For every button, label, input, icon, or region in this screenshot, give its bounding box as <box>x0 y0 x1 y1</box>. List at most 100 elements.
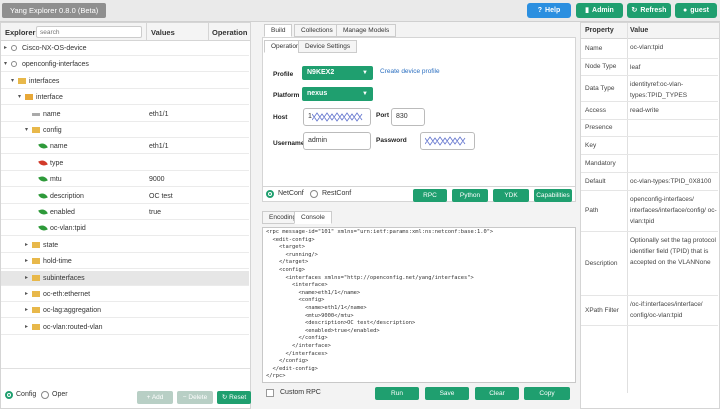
property-row: Mandatory <box>581 155 718 173</box>
app-title: Yang Explorer 0.8.0 (Beta) <box>2 3 107 18</box>
tree-node-interfaces[interactable]: ▾ interfaces <box>1 74 249 89</box>
reset-label: Reset <box>229 394 247 401</box>
clear-button[interactable]: Clear <box>475 387 519 400</box>
operation-column-header: Operation <box>212 28 248 37</box>
tree-node-name[interactable]: name eth1/1 <box>1 139 249 155</box>
user-button[interactable]: ● guest <box>675 3 717 18</box>
tree-node-oc-vlan-routed-vlan[interactable]: ▸ oc-vlan:routed-vlan <box>1 320 249 335</box>
collapse-icon[interactable]: ▾ <box>4 57 7 72</box>
user-label: guest <box>690 7 709 14</box>
property-key: Presence <box>585 124 613 131</box>
tree-node-value[interactable]: OC test <box>149 189 173 204</box>
tree-node-name[interactable]: name eth1/1 <box>1 107 249 122</box>
property-row: Presence <box>581 120 718 137</box>
tree-node-label: oc-eth:ethernet <box>43 291 91 298</box>
tab-build[interactable]: Build <box>264 24 293 37</box>
restconf-radio[interactable] <box>310 190 318 198</box>
python-button[interactable]: Python <box>452 189 488 202</box>
username-input[interactable]: admin <box>303 132 371 150</box>
tree-node-oc-eth-ethernet[interactable]: ▸ oc-eth:ethernet <box>1 287 249 302</box>
tree-node-subinterfaces[interactable]: ▸ subinterfaces <box>1 270 249 286</box>
custom-rpc-checkbox[interactable] <box>266 389 274 397</box>
help-button[interactable]: ? Help <box>527 3 571 18</box>
collapse-icon[interactable]: ▾ <box>18 90 21 105</box>
tree-node-state[interactable]: ▸ state <box>1 238 249 253</box>
restconf-label: RestConf <box>322 190 352 197</box>
search-input[interactable] <box>36 26 142 38</box>
create-profile-link[interactable]: Create device profile <box>380 68 440 75</box>
tree-node-type[interactable]: type <box>1 156 249 171</box>
copy-button[interactable]: Copy <box>524 387 570 400</box>
subtab-device-settings[interactable]: Device Settings <box>298 40 358 53</box>
rpc-button[interactable]: RPC <box>413 189 447 202</box>
tree-node-enabled[interactable]: enabled true <box>1 205 249 220</box>
property-row: Description Optionally set the tag protoc… <box>581 232 718 296</box>
expand-icon[interactable]: ▸ <box>25 238 28 253</box>
port-input[interactable]: 830 <box>391 108 425 126</box>
tab-console[interactable]: Console <box>294 211 332 224</box>
tree-node-mtu[interactable]: mtu 9000 <box>1 172 249 188</box>
folder-icon <box>18 77 26 84</box>
tree-node-hold-time[interactable]: ▸ hold-time <box>1 254 249 270</box>
save-button[interactable]: Save <box>425 387 469 400</box>
host-label: Host <box>273 114 288 121</box>
ydk-button[interactable]: YDK <box>493 189 529 202</box>
folder-icon <box>32 291 40 297</box>
tree-node-label: name <box>50 143 68 151</box>
tree-node-label: oc-vlan:routed-vlan <box>43 323 103 331</box>
explorer-title: Explorer <box>5 28 36 37</box>
leaf-green-icon <box>38 224 48 233</box>
tree-node-description[interactable]: description OC test <box>1 189 249 204</box>
tree-node-openconfig-interfaces[interactable]: ▾ openconfig-interfaces <box>1 57 249 73</box>
property-value: oc-vlan-types:TPID_0X8100 <box>630 178 712 185</box>
tree-node-cisco-nx-os-device[interactable]: ▸ Cisco-NX-OS-device <box>1 41 249 56</box>
reset-button[interactable]: ↻ Reset <box>217 391 251 404</box>
tree-node-value[interactable]: true <box>149 205 161 220</box>
expand-icon[interactable]: ▸ <box>25 254 28 269</box>
collapse-icon[interactable]: ▾ <box>25 123 28 138</box>
platform-select[interactable]: nexus ▼ <box>302 87 373 101</box>
capabilities-button[interactable]: Capabilities <box>534 189 572 202</box>
oper-mode-radio[interactable] <box>41 391 49 399</box>
expand-icon[interactable]: ▸ <box>25 271 28 286</box>
folder-icon <box>32 323 40 330</box>
tab-collections[interactable]: Collections <box>294 24 340 37</box>
tree-node-oc-vlan-tpid[interactable]: oc-vlan:tpid <box>1 221 249 237</box>
password-input[interactable] <box>420 132 475 150</box>
tree-node-interface[interactable]: ▾ interface <box>1 90 249 106</box>
config-mode-radio[interactable] <box>5 391 13 399</box>
add-button[interactable]: + Add <box>137 391 173 404</box>
expand-icon[interactable]: ▸ <box>4 41 7 56</box>
tree-node-oc-lag-aggregation[interactable]: ▸ oc-lag:aggregation <box>1 303 249 319</box>
collapse-icon[interactable]: ▾ <box>11 74 14 89</box>
oper-mode-label: Oper <box>52 391 68 398</box>
add-label: Add <box>151 394 164 401</box>
platform-value: nexus <box>307 90 328 97</box>
property-panel: Property Value Name oc-vlan:tpid Node Type… <box>580 22 720 409</box>
tree-node-config[interactable]: ▾ config <box>1 123 249 138</box>
tree-node-value[interactable]: 9000 <box>149 172 165 187</box>
username-label: Username <box>273 140 305 147</box>
rpc-editor[interactable]: <rpc message-id="101" xmlns="urn:ietf:pa… <box>262 227 576 383</box>
refresh-button[interactable]: ↻ Refresh <box>627 3 671 18</box>
property-row: Name oc-vlan:tpid <box>581 39 718 59</box>
property-value: read-write <box>630 107 659 114</box>
delete-button[interactable]: − Delete <box>177 391 213 404</box>
host-input[interactable]: 1 <box>303 108 371 126</box>
run-button[interactable]: Run <box>375 387 419 400</box>
tree-node-value[interactable]: eth1/1 <box>149 139 168 154</box>
tree-node-value[interactable]: eth1/1 <box>149 107 168 122</box>
folder-icon <box>32 258 40 265</box>
property-key: Node Type <box>585 63 617 70</box>
admin-button[interactable]: ▮ Admin <box>576 3 623 18</box>
explorer-panel: Explorer Values Operation ▸ Cisco-NX-OS-d… <box>0 22 251 409</box>
tab-manage-models[interactable]: Manage Models <box>336 24 397 37</box>
expand-icon[interactable]: ▸ <box>25 303 28 318</box>
profile-value: N9KEX2 <box>307 69 335 76</box>
property-row: Default oc-vlan-types:TPID_0X8100 <box>581 173 718 191</box>
expand-icon[interactable]: ▸ <box>25 320 28 335</box>
netconf-radio[interactable] <box>266 190 274 198</box>
refresh-label: Refresh <box>640 7 667 14</box>
expand-icon[interactable]: ▸ <box>25 287 28 302</box>
profile-select[interactable]: N9KEX2 ▼ <box>302 66 373 80</box>
